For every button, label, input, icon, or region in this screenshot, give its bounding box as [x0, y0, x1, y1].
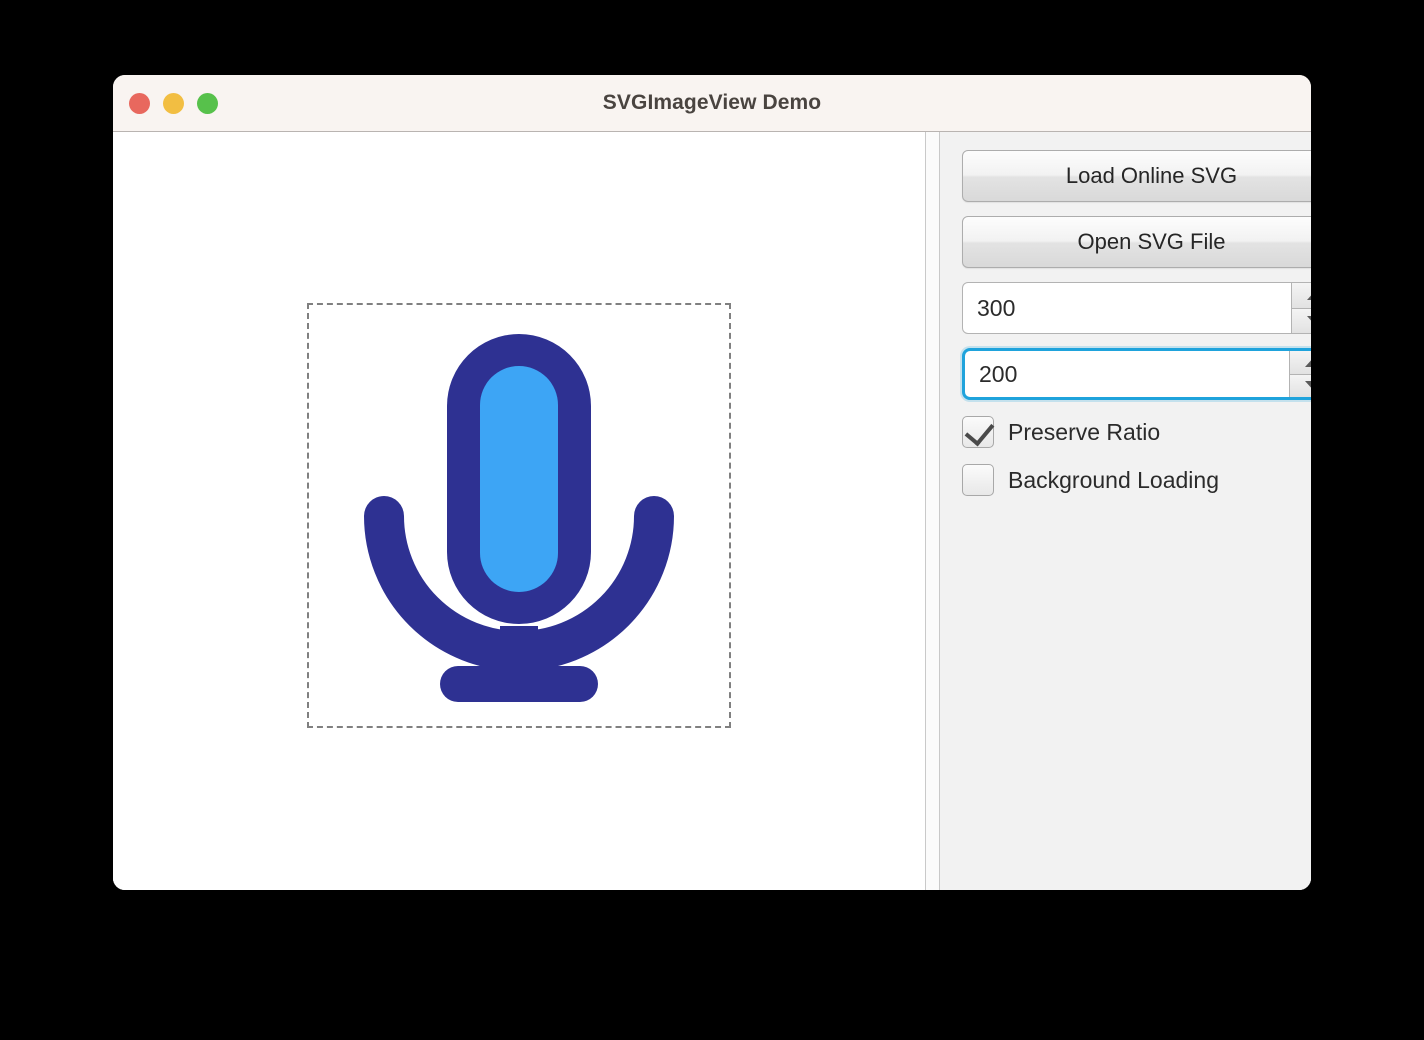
checkmark-icon: [965, 416, 995, 447]
height-decrement-button[interactable]: [1290, 375, 1311, 398]
load-online-svg-button[interactable]: Load Online SVG: [962, 150, 1311, 202]
chevron-down-icon: [1305, 381, 1311, 391]
chevron-up-icon: [1305, 357, 1311, 367]
background-loading-label: Background Loading: [1008, 467, 1219, 494]
svg-canvas-pane: [113, 132, 926, 890]
open-svg-file-button[interactable]: Open SVG File: [962, 216, 1311, 268]
app-window: SVGImageView Demo: [113, 75, 1311, 890]
preserve-ratio-checkbox[interactable]: [962, 416, 994, 448]
background-loading-checkbox-row[interactable]: Background Loading: [962, 464, 1311, 496]
height-spin-buttons: [1289, 351, 1311, 397]
width-increment-button[interactable]: [1292, 283, 1311, 309]
width-input[interactable]: [963, 283, 1291, 333]
height-input[interactable]: [965, 351, 1289, 397]
height-increment-button[interactable]: [1290, 351, 1311, 375]
height-spinbox[interactable]: [962, 348, 1311, 400]
pane-splitter[interactable]: [926, 132, 940, 890]
window-titlebar: SVGImageView Demo: [113, 75, 1311, 132]
width-spin-buttons: [1291, 283, 1311, 333]
desktop-background: SVGImageView Demo: [0, 0, 1424, 1040]
preserve-ratio-label: Preserve Ratio: [1008, 419, 1160, 446]
zoom-button-icon[interactable]: [197, 93, 218, 114]
microphone-icon: [354, 326, 684, 706]
chevron-up-icon: [1307, 290, 1311, 300]
background-loading-checkbox[interactable]: [962, 464, 994, 496]
minimize-button-icon[interactable]: [163, 93, 184, 114]
window-body: Load Online SVG Open SVG File: [113, 132, 1311, 890]
width-decrement-button[interactable]: [1292, 309, 1311, 334]
width-spinbox[interactable]: [962, 282, 1311, 334]
window-title: SVGImageView Demo: [113, 91, 1311, 115]
svg-image-view[interactable]: [307, 303, 731, 728]
chevron-down-icon: [1307, 316, 1311, 326]
preserve-ratio-checkbox-row[interactable]: Preserve Ratio: [962, 416, 1311, 448]
window-controls: [129, 75, 218, 131]
close-button-icon[interactable]: [129, 93, 150, 114]
control-pane: Load Online SVG Open SVG File: [940, 132, 1311, 890]
